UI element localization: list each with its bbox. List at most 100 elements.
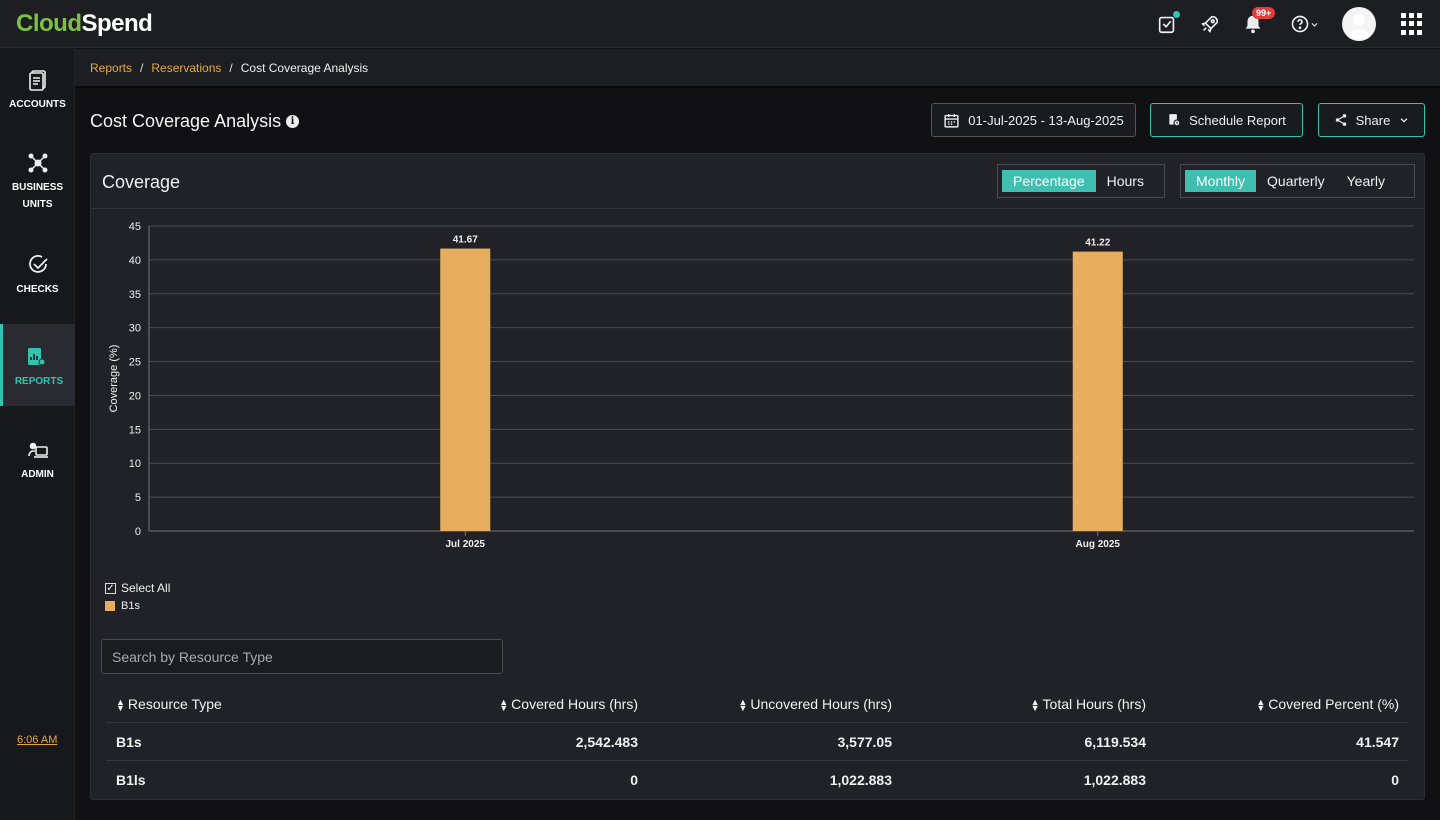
share-icon (1335, 114, 1346, 126)
legend-select-all[interactable]: ✓ Select All (105, 579, 170, 597)
toggle-yearly[interactable]: Yearly (1336, 170, 1396, 192)
column-header-total-hours[interactable]: ▲ ▼ Total Hours (hrs) (902, 696, 1156, 713)
share-label: Share (1355, 112, 1391, 128)
schedule-report-label: Schedule Report (1189, 112, 1286, 128)
search-input[interactable] (101, 639, 503, 674)
sort-icon: ▲ ▼ (116, 696, 125, 713)
y-tick-label: 0 (135, 526, 141, 538)
breadcrumb-separator: / (140, 60, 144, 75)
y-tick-label: 15 (129, 424, 141, 436)
x-tick-label: Jul 2025 (446, 539, 486, 550)
cell-resource-type: B1ls (116, 772, 146, 788)
x-tick-label: Aug 2025 (1076, 539, 1121, 550)
y-axis-label: Coverage (%) (108, 345, 120, 413)
checks-icon (28, 255, 48, 273)
cell-resource-type: B1s (116, 733, 142, 750)
toggle-percentage[interactable]: Percentage (1002, 170, 1096, 192)
toggle-monthly[interactable]: Monthly (1185, 170, 1257, 192)
cell-uncovered-hours: 1,022.883 (829, 772, 892, 788)
sidebar-label-checks: CHECKS (16, 284, 59, 295)
coverage-table: ▲ ▼ Resource Type ▲ ▼ Covered Hours (hrs) ▲ ▼… (106, 685, 1409, 799)
cell-uncovered-hours: 3,577.05 (837, 733, 893, 750)
cell-covered-hours: 2,542.483 (575, 733, 638, 750)
unit-toggle: Percentage Hours (997, 164, 1165, 198)
app-logo[interactable]: CloudSpend (16, 10, 153, 38)
avatar[interactable] (1342, 7, 1376, 41)
cell-covered-hours: 0 (630, 772, 638, 788)
logo-text-spend: Spend (81, 10, 153, 37)
sidebar-time[interactable]: 6:06 AM (17, 734, 57, 746)
column-header-covered-hours[interactable]: ▲ ▼ Covered Hours (hrs) (411, 696, 648, 713)
cell-covered-percent: 0 (1391, 772, 1399, 788)
status-dot (1173, 11, 1180, 18)
chart-bar (1072, 251, 1123, 531)
cell-total-hours: 1,022.883 (1083, 772, 1146, 788)
y-tick-label: 30 (129, 323, 141, 335)
sort-icon: ▲ ▼ (1256, 696, 1266, 713)
sidebar-item-business-units[interactable]: BUSINESS UNITS (0, 151, 75, 213)
rocket-icon[interactable] (1197, 11, 1223, 37)
y-tick-label: 5 (135, 492, 141, 504)
schedule-icon (1169, 114, 1181, 127)
card-header: Coverage Percentage Hours Monthly Quarte… (91, 154, 1424, 209)
breadcrumb-current: Cost Coverage Analysis (240, 60, 369, 75)
legend-label-b1s: B1s (121, 600, 140, 612)
logo-text-cloud: Cloud (16, 10, 82, 37)
y-tick-label: 25 (129, 357, 141, 369)
select-all-checkbox[interactable]: ✓ (105, 582, 116, 594)
info-icon[interactable]: i (286, 115, 299, 128)
sidebar-label-reports: REPORTS (14, 376, 64, 387)
coverage-bar-chart: 0 5 10 15 20 25 30 35 40 45 Coverage (%) 41.67 Jul 2… (108, 221, 1414, 550)
reports-icon (28, 348, 46, 366)
column-header-covered-percent[interactable]: ▲ ▼ Covered Percent (%) (1156, 696, 1409, 713)
sidebar: ACCOUNTS BUSINESS UNITS CHECKS REPORTS A… (0, 48, 75, 820)
toggle-hours[interactable]: Hours (1096, 170, 1155, 192)
breadcrumb-reports[interactable]: Reports (90, 61, 132, 75)
bell-icon[interactable]: 99+ (1240, 7, 1276, 37)
checklist-icon[interactable] (1154, 11, 1180, 37)
column-header-resource-type[interactable]: ▲ ▼ Resource Type (106, 696, 411, 713)
table-row[interactable]: B1ls 0 1,022.883 1,022.883 0 (106, 761, 1409, 799)
date-range-label: 01-Jul-2025 - 13-Aug-2025 (968, 112, 1124, 128)
top-bar: CloudSpend 99+ (0, 0, 1440, 48)
bar-data-label: 41.22 (1085, 238, 1110, 249)
help-icon[interactable] (1287, 11, 1321, 37)
sidebar-item-checks[interactable]: CHECKS (0, 253, 75, 298)
column-header-uncovered-hours[interactable]: ▲ ▼ Uncovered Hours (hrs) (648, 696, 902, 713)
admin-icon (27, 442, 48, 458)
business-units-icon (28, 153, 47, 173)
period-toggle: Monthly Quarterly Yearly (1180, 164, 1415, 198)
y-tick-label: 45 (129, 221, 141, 233)
legend-item-b1s[interactable]: B1s (105, 597, 170, 615)
sort-icon: ▲ ▼ (1030, 696, 1040, 713)
chevron-down-icon (1400, 118, 1408, 123)
y-tick-label: 40 (129, 255, 141, 267)
toggle-quarterly[interactable]: Quarterly (1256, 170, 1336, 192)
sidebar-label-accounts: ACCOUNTS (9, 99, 66, 110)
chevron-down-icon (1310, 22, 1318, 27)
sort-icon: ▲ ▼ (499, 696, 509, 713)
breadcrumb: Reports / Reservations / Cost Coverage A… (75, 49, 1440, 88)
sidebar-item-accounts[interactable]: ACCOUNTS (0, 68, 75, 113)
sidebar-item-admin[interactable]: ADMIN (0, 438, 75, 483)
share-button[interactable]: Share (1318, 103, 1425, 137)
y-tick-label: 20 (129, 390, 141, 402)
y-tick-label: 35 (129, 289, 141, 301)
chart-bar (440, 248, 491, 531)
legend-swatch (105, 601, 115, 611)
apps-grid-icon[interactable] (1401, 13, 1423, 35)
sidebar-item-reports[interactable]: REPORTS (0, 324, 75, 406)
select-all-label: Select All (121, 581, 171, 595)
breadcrumb-reservations[interactable]: Reservations (151, 61, 221, 75)
page-title: Cost Coverage Analysis (90, 111, 282, 131)
table-header-row: ▲ ▼ Resource Type ▲ ▼ Covered Hours (hrs) ▲ ▼… (106, 685, 1409, 723)
accounts-icon (28, 70, 46, 91)
schedule-report-button[interactable]: Schedule Report (1150, 103, 1303, 137)
bar-data-label: 41.67 (453, 235, 478, 246)
date-range-picker[interactable]: 01-Jul-2025 - 13-Aug-2025 (931, 103, 1136, 137)
card-title: Coverage (102, 172, 181, 192)
table-row[interactable]: B1s 2,542.483 3,577.05 6,119.534 41.547 (106, 723, 1409, 761)
cell-total-hours: 6,119.534 (1084, 733, 1146, 750)
calendar-icon (944, 113, 959, 128)
sidebar-label-business: BUSINESS (11, 182, 64, 193)
